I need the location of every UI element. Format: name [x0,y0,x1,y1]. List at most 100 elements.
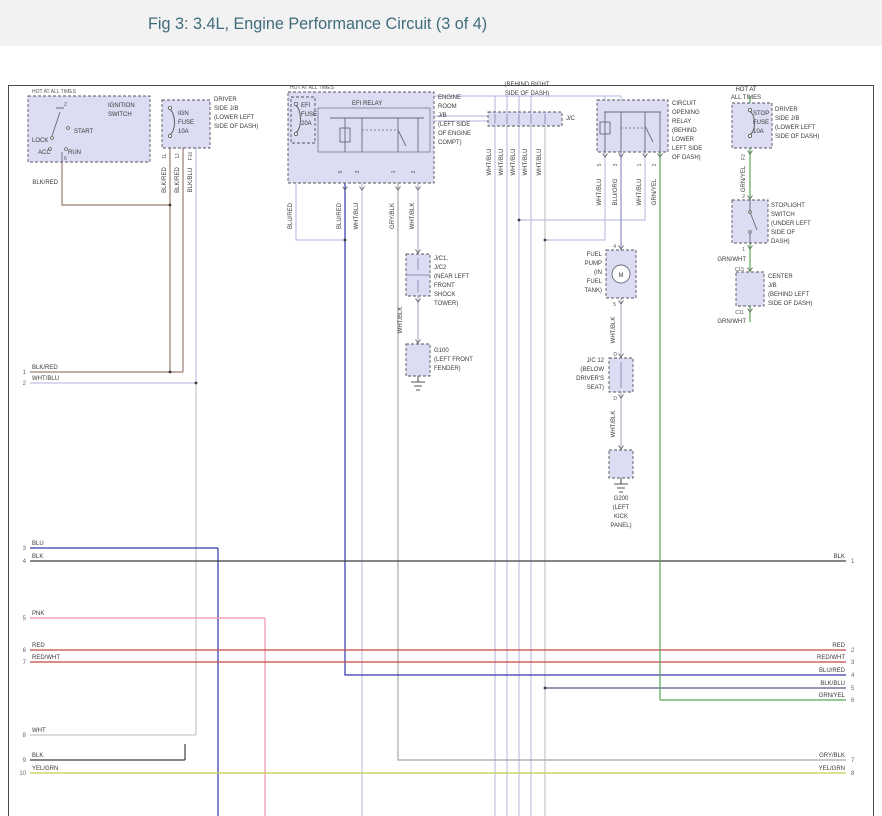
jc-box [488,112,562,126]
wire-label: WHT/BLU [537,149,543,176]
wire-label: WHT/BLK [611,411,617,438]
jc12-label: J/C 12 [587,358,605,364]
driver-jb-label: SIDE J/B [775,116,799,122]
pin-number: 2 [652,163,658,166]
fuel-pump-label: PUMP [585,261,602,267]
wiring-diagram: Fig 3: 3.4L, Engine Performance Circuit … [0,0,882,816]
wire-label: WHT/BLU [511,149,517,176]
stoplight-label: SWITCH [771,212,795,218]
driver-jb-label: DRIVER [775,107,798,113]
stop-fuse-label: STOP [753,111,769,117]
stop-hot-label: HOT AT [735,87,756,93]
jc12-label: DRIVER'S [576,376,604,382]
ignition-label: IGNITION [108,103,135,109]
wire-label: BLU/RED [337,202,343,229]
stoplight-label: SIDE OF [771,230,795,236]
wire-label: WHT/BLU [597,179,603,206]
wire-label: GRY/BLK [819,753,845,759]
jc-location-label: SIDE OF DASH) [505,91,549,97]
wire-label: WHT/BLK [398,307,404,334]
efi-fuse-label: EFI [301,103,311,109]
center-jb-label: CENTER [768,274,793,280]
pin-number: 1 [742,247,745,253]
jc1-label: J/C2 [434,265,447,271]
jc1-label: J/C1, [434,256,448,262]
driver-jb-label: SIDE J/B [214,106,238,112]
co-relay-label: OF DASH) [672,155,701,161]
driver-jb-label: DRIVER [214,97,237,103]
wire-label: GRN/WHT [717,257,746,263]
wire-label: BLU [32,541,44,547]
co-relay-label: LEFT SIDE [672,146,702,152]
connector-tag: F10 [188,151,194,160]
ign-fuse-label: IGN [178,111,189,117]
figure-title: Fig 3: 3.4L, Engine Performance Circuit … [148,15,487,33]
efi-fuse-label: FUSE [301,112,317,118]
wire-label: RED/WHT [32,655,60,661]
engine-room-jb-label: J/B [438,113,447,119]
connector-tag: F2 [741,154,747,160]
jc1-label: FRONT [434,283,455,289]
ignition-pos-lock: LOCK [32,138,48,144]
g200-box [609,450,633,478]
wire-label: WHT [32,728,46,734]
g100-label: G100 [434,348,449,354]
engine-room-jb-label: ENGINE [438,95,461,101]
wire-label: BLK/RED [32,180,58,186]
stop-fuse-label: FUSE [753,120,769,126]
wire-label: BLK [32,753,43,759]
fuel-pump-label: (IN [594,270,602,276]
efi-fuse-label: 20A [301,121,312,127]
wire-label: RED/WHT [817,655,845,661]
pin-number: 2 [742,194,745,200]
jc-location-label: (BEHIND RIGHT [505,82,550,88]
co-relay-label: (BEHIND [672,128,697,134]
wire-label: RED [32,643,45,649]
pin-number: 2 [411,170,417,173]
g200-label: PANEL) [610,523,631,529]
stop-fuse-label: 10A [753,129,764,135]
pin-number: 4 [613,244,616,250]
engine-room-jb-label: (LEFT SIDE [438,122,470,128]
jc1-label: (NEAR LEFT [434,274,469,280]
efi-hot-label: HOT AT ALL TIMES [290,85,335,91]
wire-label: PNK [32,611,44,617]
stop-hot-label: ALL TIMES [731,95,761,101]
co-relay-label: CIRCUIT [672,101,697,107]
g200-label: G200 [614,496,629,502]
pin-number: 5 [338,170,344,173]
ign-fuse-label: FUSE [178,120,194,126]
jc-label: J/C [566,116,576,122]
wire-label: WHT/BLU [499,149,505,176]
left-pin: 10 [19,771,26,777]
co-relay-label: RELAY [672,119,691,125]
center-jb-box [736,272,764,306]
g200-label: KICK [614,514,628,520]
stoplight-label: STOPLIGHT [771,203,805,209]
engine-room-jb-label: COMPT) [438,140,462,146]
circuit-opening-relay-box [597,100,668,152]
ignition-pos-acc: ACC [38,150,51,156]
page: { "header": { "title": "Fig 3: 3.4L, Eng… [0,0,882,816]
driver-jb-label: (LOWER LEFT [214,115,255,121]
wire-label: GRN/YEL [652,178,658,205]
wire-label: RED [832,643,845,649]
ignition-pos-start: START [74,129,93,135]
wire-label: BLK [834,554,845,560]
wire-label: GRN/YEL [741,165,747,192]
efi-relay-label: EFI RELAY [352,101,382,107]
pin-number: D [613,396,617,402]
wire-label: GRY/BLK [390,203,396,229]
pin-number: 1 [637,163,643,166]
pin-number: 3 [355,170,361,173]
connector-tag: 1L [162,153,168,159]
pin-number: 5 [597,163,603,166]
stoplight-label: DASH) [771,239,790,245]
ignition-pin-bottom: 6 [64,156,67,162]
wire-label: WHT/BLU [523,149,529,176]
jc12-label: (BELOW [580,367,604,373]
wire-label: WHT/BLU [354,203,360,230]
g100-label: FENDER) [434,366,461,372]
center-jb-label: (BEHIND LEFT [768,292,809,298]
wire-label: BLK/RED [162,167,168,193]
